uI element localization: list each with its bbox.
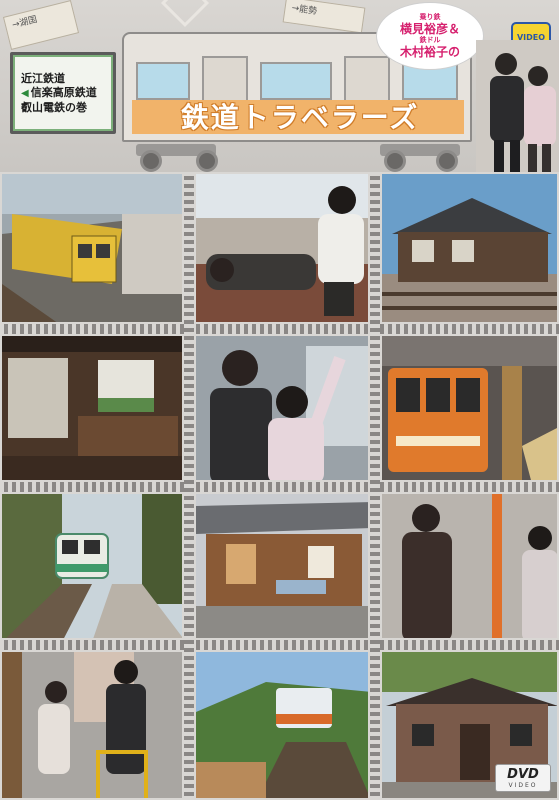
- photo-wooden-station: [380, 172, 559, 324]
- train-window: [260, 62, 332, 100]
- sign-line-2: ◀ 信楽高原鉄道: [21, 86, 111, 101]
- photo-platform-shelter: [194, 492, 370, 640]
- ticket-left-text: →湖国: [11, 14, 39, 31]
- dvd-logo-sub: VIDEO: [508, 781, 538, 789]
- photo-hosts-waving: [194, 334, 370, 482]
- bubble-name-1: 横見裕彦＆: [399, 22, 460, 36]
- photo-wooden-hut: DVD VIDEO: [380, 650, 559, 800]
- hosts-photo: [476, 40, 559, 172]
- ticket-right-text: →能勢: [290, 3, 318, 17]
- photo-sleeping-passenger: [194, 172, 370, 324]
- film-strip: [0, 640, 559, 650]
- cover-header: →湖国 →能勢 近江鉄道 ◀ 信楽高原鉄道 叡山電鉄の巻 鉄道トラベラーズ 乗り鉄…: [0, 0, 559, 172]
- station-sign: 近江鉄道 ◀ 信楽高原鉄道 叡山電鉄の巻: [10, 52, 116, 134]
- ticket-left: →湖国: [2, 0, 80, 50]
- film-strip: [184, 172, 194, 800]
- wheel-icon: [384, 150, 406, 172]
- photo-green-train: [0, 492, 184, 640]
- photo-bridge-train: [194, 650, 370, 800]
- wheel-icon: [196, 150, 218, 172]
- sign-line-3: 叡山電鉄の巻: [21, 100, 87, 114]
- bubble-name-2: 木村裕子の: [399, 45, 460, 59]
- wheel-icon: [436, 150, 458, 172]
- speech-bubble: 乗り鉄 横見裕彦＆ 鉄ドル 木村裕子の: [376, 2, 484, 70]
- film-strip: [0, 324, 559, 334]
- ticket-right: →能勢: [282, 0, 366, 34]
- photo-orange-train: [380, 334, 559, 482]
- sign-line-2-text: 信楽高原鉄道: [30, 85, 97, 99]
- arrow-left-icon: ◀: [21, 87, 29, 99]
- series-title: 鉄道トラベラーズ: [180, 101, 420, 134]
- photo-grid: DVD VIDEO: [0, 172, 559, 800]
- photo-yellow-train: [0, 172, 184, 324]
- dvd-logo-main: DVD: [507, 766, 539, 782]
- photo-hosts-standing: [380, 492, 559, 640]
- bubble-small-2: 鉄ドル: [419, 36, 441, 44]
- bubble-small-1: 乗り鉄: [419, 13, 441, 21]
- train-window: [136, 62, 190, 100]
- photo-host-platform: [0, 650, 184, 800]
- film-strip: [370, 172, 380, 800]
- wheel-icon: [140, 150, 162, 172]
- decorative-diamond: [160, 0, 210, 28]
- dvd-video-logo: DVD VIDEO: [495, 764, 551, 792]
- film-strip: [0, 482, 559, 492]
- photo-station-interior: [0, 334, 184, 482]
- sign-line-1: 近江鉄道: [21, 71, 65, 85]
